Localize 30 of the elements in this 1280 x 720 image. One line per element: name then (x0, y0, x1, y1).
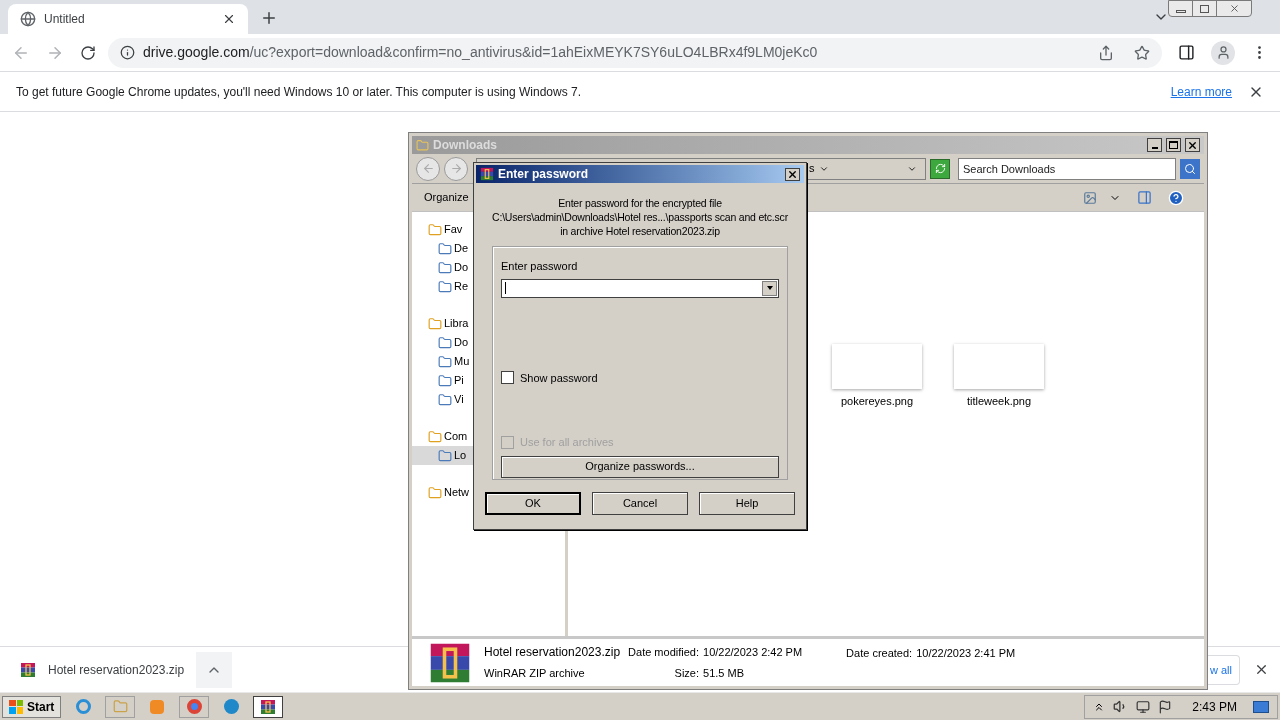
sidebar-label: Netw (444, 485, 470, 501)
details-value: 51.5 MB (703, 665, 745, 681)
sidebar-label: De (454, 241, 469, 257)
window-title: Downloads (433, 137, 497, 154)
details-label: Date created: (846, 646, 913, 661)
dialog-message: in archive Hotel reservation2023.zip (560, 224, 720, 238)
checkbox-label: Show password (520, 370, 598, 386)
details-filename: Hotel reservation2023.zip (484, 644, 621, 662)
details-label: Date modified: (628, 645, 699, 660)
details-value: 10/22/2023 2:41 PM (916, 646, 1016, 661)
sidebar-label: Do (454, 260, 469, 276)
dialog-message: Enter password for the encrypted file (558, 196, 722, 210)
sidebar-label: Fav (444, 222, 463, 238)
sidebar-label: Mu (454, 354, 470, 370)
sidebar-label: Libra (444, 316, 469, 332)
url-text: drive.google.com/uc?export=download&confirm=no_antivirus&id=1ahEixMEYK7SY6uLO4LBRx4f9LM0jeKc0 (143, 43, 819, 62)
field-label: Enter password (501, 259, 579, 274)
details-value: 10/22/2023 2:42 PM (703, 645, 803, 660)
details-type: WinRAR ZIP archive (484, 666, 586, 682)
sidebar-label: Re (454, 279, 469, 295)
sidebar-label: Lo (454, 448, 467, 464)
dialog-message: C:\Users\admin\Downloads\Hotel res...\passports scan and etc.scr (492, 210, 788, 224)
sidebar-label: Com (444, 429, 468, 445)
details-label: Size: (673, 665, 699, 681)
dialog-title: Enter password (498, 166, 589, 183)
tab-title: Untitled (44, 11, 86, 28)
infobar-message: To get future Google Chrome updates, you'll need Windows 10 or later. This computer is using Windows 7. (16, 83, 583, 101)
sidebar-label: Pi (454, 373, 464, 389)
sidebar-label: Vi (454, 392, 464, 408)
sidebar-label: Do (454, 335, 469, 351)
